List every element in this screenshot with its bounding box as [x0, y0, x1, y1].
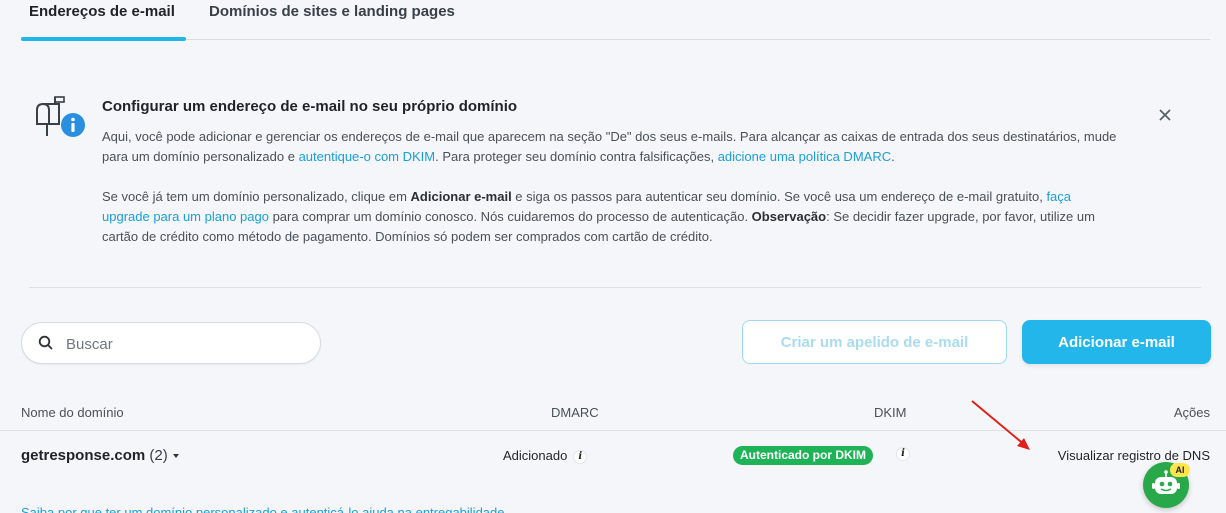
active-tab-indicator: [21, 37, 186, 41]
close-icon[interactable]: [1156, 106, 1174, 124]
dkim-status-badge: Autenticado por DKIM: [733, 446, 873, 465]
column-header-domain: Nome do domínio: [21, 405, 124, 420]
dmarc-link[interactable]: adicione uma política DMARC: [718, 149, 891, 164]
tab-bar: Endereços de e-mail Domínios de sites e …: [21, 0, 1210, 41]
deliverability-help-link[interactable]: Saiba por que ter um domínio personaliza…: [21, 505, 505, 513]
add-email-button[interactable]: Adicionar e-mail: [1022, 320, 1211, 364]
search-input[interactable]: [66, 331, 306, 357]
domain-name-dropdown[interactable]: getresponse.com (2): [21, 447, 179, 464]
address-count: (2): [149, 447, 168, 464]
table-header-divider: [0, 430, 1226, 431]
column-header-dkim: DKIM: [874, 405, 907, 420]
search-box: [21, 322, 321, 364]
info-title: Configurar um endereço de e-mail no seu …: [102, 98, 518, 115]
info-paragraph-1: Aqui, você pode adicionar e gerenciar os…: [102, 129, 1117, 164]
dmarc-status: Adicionado i: [503, 448, 588, 464]
red-arrow-annotation: [971, 400, 1030, 450]
column-header-actions: Ações: [1173, 405, 1210, 420]
info-paragraph-2: Se você já tem um domínio personalizado,…: [102, 189, 1095, 244]
section-divider: [29, 287, 1201, 288]
search-icon: [38, 335, 53, 350]
dmarc-info-icon[interactable]: i: [573, 449, 588, 464]
tab-site-domains[interactable]: Domínios de sites e landing pages: [209, 3, 455, 20]
create-alias-button[interactable]: Criar um apelido de e-mail: [742, 320, 1007, 364]
dkim-info-icon[interactable]: i: [896, 447, 910, 461]
ai-badge: AI: [1170, 463, 1190, 477]
tab-email-addresses[interactable]: Endereços de e-mail: [29, 3, 175, 20]
column-header-dmarc: DMARC: [551, 405, 599, 420]
dkim-link[interactable]: autentique-o com DKIM: [299, 149, 436, 164]
caret-down-icon: [172, 454, 179, 459]
mailbox-info-icon: [33, 96, 89, 140]
view-dns-record-link[interactable]: Visualizar registro de DNS: [1058, 448, 1210, 463]
